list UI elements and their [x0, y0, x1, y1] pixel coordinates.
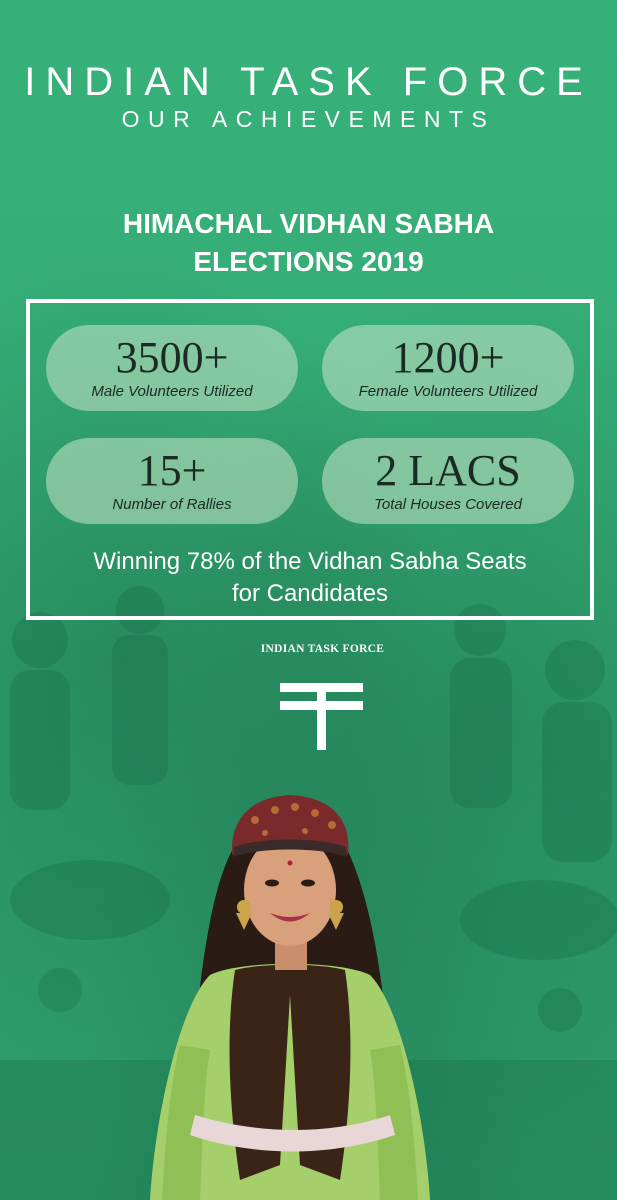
- page-subtitle: OUR ACHIEVEMENTS: [121, 106, 496, 132]
- woman-portrait-image: [150, 795, 430, 1200]
- stat-value: 2 LACS: [375, 446, 521, 495]
- indian-task-force-logo: INDIAN TASK FORCE: [260, 643, 385, 753]
- result-text: Winning 78% of the Vidhan Sabha Seats fo…: [30, 546, 590, 610]
- stat-label: Number of Rallies: [112, 496, 232, 513]
- stat-value: 1200+: [391, 333, 505, 382]
- page-title: INDIAN TASK FORCE: [24, 60, 593, 104]
- stat-female-volunteers: 1200+ Female Volunteers Utilized: [322, 325, 574, 411]
- stats-box: 3500+ Male Volunteers Utilized 1200+ Fem…: [26, 299, 594, 620]
- stat-label: Total Houses Covered: [374, 496, 522, 513]
- stat-label: Female Volunteers Utilized: [358, 383, 538, 400]
- section-title: HIMACHAL VIDHAN SABHA ELECTIONS 2019: [0, 205, 617, 281]
- section-title-line2: ELECTIONS 2019: [193, 246, 424, 277]
- logo-text: INDIAN TASK FORCE: [260, 643, 385, 655]
- stat-rallies: 15+ Number of Rallies: [46, 438, 298, 524]
- stat-value: 15+: [137, 446, 207, 495]
- stat-houses-covered: 2 LACS Total Houses Covered: [322, 438, 574, 524]
- result-line2: for Candidates: [231, 580, 389, 607]
- stat-value: 3500+: [115, 333, 229, 382]
- result-line1: Winning 78% of the Vidhan Sabha Seats: [93, 548, 527, 575]
- stat-male-volunteers: 3500+ Male Volunteers Utilized: [46, 325, 298, 411]
- section-title-line1: HIMACHAL VIDHAN SABHA: [122, 208, 495, 239]
- logo-mark-icon: [280, 683, 363, 750]
- stat-label: Male Volunteers Utilized: [91, 383, 253, 400]
